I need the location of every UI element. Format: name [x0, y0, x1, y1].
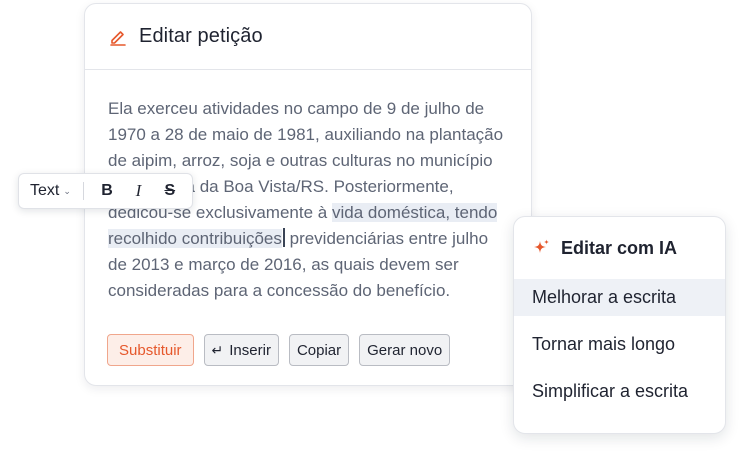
action-row: Substituir ↵ Inserir Copiar Gerar novo [107, 334, 451, 366]
text-style-dropdown[interactable]: Text ⌄ [30, 182, 71, 200]
pencil-icon [109, 28, 127, 46]
ai-item-simplify-writing[interactable]: Simplificar a escrita [514, 373, 725, 410]
format-toolbar: Text ⌄ B I S [18, 173, 193, 209]
insert-button[interactable]: ↵ Inserir [203, 334, 279, 366]
strikethrough-button[interactable]: S [161, 182, 179, 200]
italic-button[interactable]: I [129, 181, 147, 201]
card-header: Editar petição [85, 4, 531, 70]
sparkle-icon [531, 238, 551, 258]
card-title: Editar petição [139, 25, 263, 47]
insert-label: Inserir [229, 341, 271, 359]
ai-edit-menu: Editar com IA Melhorar a escrita Tornar … [513, 216, 726, 434]
ai-menu-title: Editar com IA [561, 237, 678, 258]
copy-button[interactable]: Copiar [288, 334, 350, 366]
ai-menu-header: Editar com IA [514, 217, 725, 279]
replace-button[interactable]: Substituir [107, 334, 194, 366]
ai-item-make-longer[interactable]: Tornar mais longo [514, 326, 725, 363]
bold-button[interactable]: B [98, 182, 116, 200]
enter-icon: ↵ [211, 341, 224, 358]
ai-item-improve-writing[interactable]: Melhorar a escrita [514, 279, 725, 316]
text-style-label: Text [30, 182, 60, 199]
regenerate-button[interactable]: Gerar novo [359, 334, 451, 366]
toolbar-divider [82, 182, 84, 200]
chevron-down-icon: ⌄ [63, 185, 71, 196]
